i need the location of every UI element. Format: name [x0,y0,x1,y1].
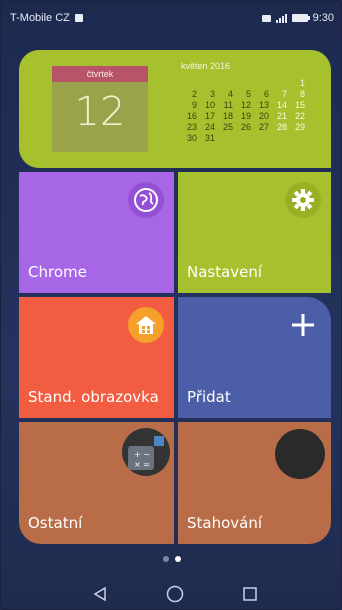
tile-chrome[interactable]: Chrome [19,172,174,293]
calendar-day [233,78,251,89]
calendar-day: 18 [222,111,233,121]
home-icon [128,307,164,343]
page-dot-active[interactable] [175,556,181,562]
calendar-day: 19 [240,111,251,121]
day-number: 12 [74,89,126,135]
svg-text:× =: × = [134,460,150,469]
clock: 9:30 [312,12,334,24]
calendar-day: 8 [299,89,305,99]
calendar-day: 2 [191,89,197,99]
calendar-day: 29 [294,122,305,132]
calendar-day [197,78,215,89]
calendar-day: 11 [223,100,233,110]
page-dot[interactable] [163,556,169,562]
calendar-day: 1 [299,78,305,88]
battery-icon [291,14,310,22]
calendar-week-row: 16 17 18 19 20 21 22 [179,111,309,122]
calendar-day: 12 [240,100,251,110]
svg-text:+ −: + − [134,450,150,459]
weekday-label: čtvrtek [52,66,148,82]
tile-label: Ostatní [28,514,83,532]
calendar-day: 7 [281,89,287,99]
tile-other[interactable]: + − × = Ostatní [19,422,174,544]
calendar-day: 6 [263,89,269,99]
calendar-day: 15 [294,100,305,110]
month-grid: 1 2 3 4 5 6 7 8 9 10 11 12 13 14 15 16 17 18 19 20 21 22 23 24 2… [179,78,309,144]
home-circle-icon[interactable] [165,584,185,604]
back-icon[interactable] [90,584,110,604]
tile-add[interactable]: Přidat [178,297,331,418]
plus-icon [285,307,321,343]
carrier-name: T-Mobile CZ [10,12,70,24]
calendar-day: 23 [186,122,197,132]
calendar-day [251,78,269,89]
tile-label: Stand. obrazovka [28,388,159,406]
page-indicator [163,556,181,562]
tile-label: Nastavení [187,263,263,281]
tile-label: Přidat [187,388,231,406]
month-title: květen 2016 [181,61,231,71]
calendar-day [179,78,197,89]
calendar-day [287,133,305,144]
calendar-week-row: 30 31 [179,133,309,144]
calendar-day [233,133,251,144]
calendar-day: 22 [294,111,305,121]
calendar-day: 17 [204,111,215,121]
calendar-week-row: 2 3 4 5 6 7 8 [179,89,309,100]
tile-downloads[interactable]: Stahování [178,422,331,544]
calendar-day: 24 [204,122,215,132]
calendar-day: 30 [186,133,197,143]
today-card: čtvrtek 12 [52,66,148,152]
navigation-bar [0,578,342,610]
calendar-day [251,133,269,144]
calendar-day: 28 [276,122,287,132]
calendar-day: 31 [204,133,215,143]
tile-home-screen[interactable]: Stand. obrazovka [19,297,174,418]
calendar-week-row: 1 [179,78,309,89]
signal-icon [275,13,287,23]
sim-icon [261,14,271,22]
tile-settings[interactable]: Nastavení [178,172,331,293]
calendar-day [215,133,233,144]
status-bar: T-Mobile CZ 9:30 [0,0,342,36]
globe-icon [128,182,164,218]
calendar-day: 4 [227,89,233,99]
calendar-day [215,78,233,89]
calendar-day: 26 [240,122,251,132]
status-left: T-Mobile CZ [10,12,83,24]
calendar-day: 25 [222,122,233,132]
calendar-day: 20 [258,111,269,121]
tile-label: Stahování [187,514,263,532]
calendar-day: 10 [204,100,215,110]
calendar-day: 27 [258,122,269,132]
recents-icon[interactable] [240,584,260,604]
calendar-week-row: 9 10 11 12 13 14 15 [179,100,309,111]
calendar-week-row: 23 24 25 26 27 28 29 [179,122,309,133]
notification-icon [74,14,83,22]
calendar-day: 5 [245,89,251,99]
download-icon [275,429,325,479]
calendar-day [269,78,287,89]
calendar-day: 16 [186,111,197,121]
gear-icon [285,182,321,218]
calendar-widget[interactable]: čtvrtek 12 květen 2016 1 2 3 4 5 6 7 8 9 10 11 12 13… [19,50,331,168]
calendar-day: 3 [209,89,215,99]
calculator-icon: + − × = [128,436,164,470]
calendar-day: 13 [258,100,269,110]
calendar-day: 14 [276,100,287,110]
folder-icon: + − × = [122,428,170,476]
calendar-day [269,133,287,144]
status-right: 9:30 [261,12,334,24]
calendar-day: 21 [276,111,287,121]
tile-label: Chrome [28,263,87,281]
calendar-day: 9 [191,100,197,110]
